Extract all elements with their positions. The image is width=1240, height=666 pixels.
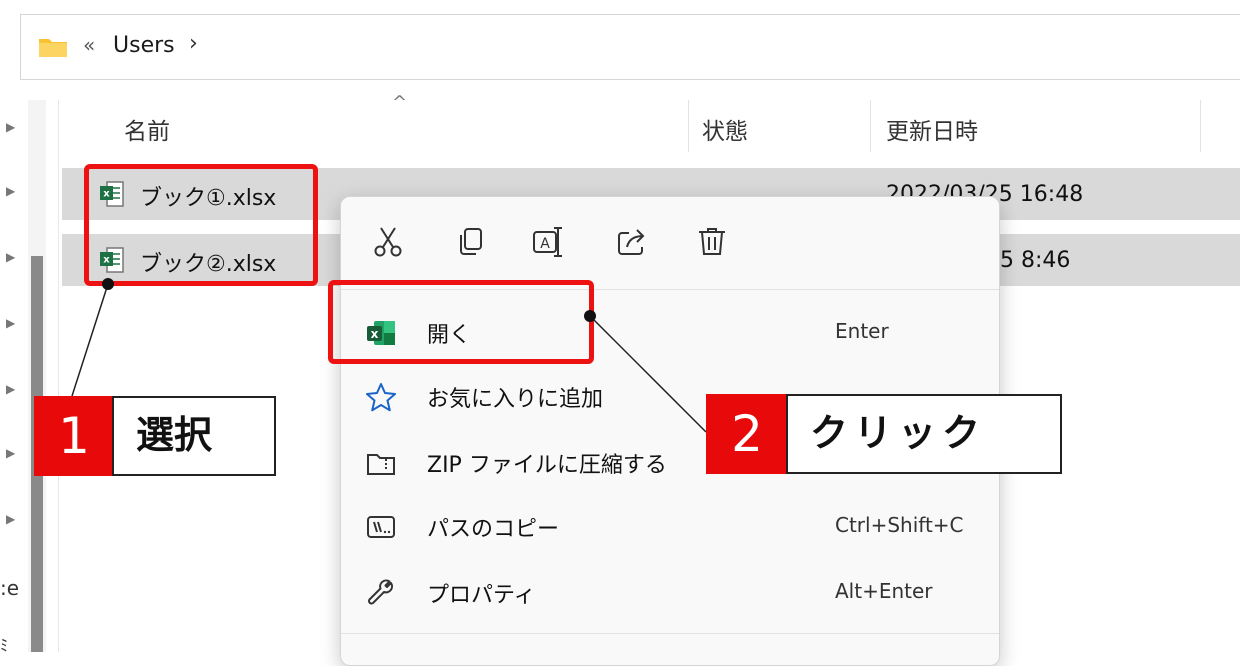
callout-text: クリック — [786, 394, 1062, 474]
callout-leader-lines — [71, 278, 707, 433]
callout-text: 選択 — [112, 396, 276, 476]
callout-number: 1 — [34, 396, 114, 476]
callout-number: 2 — [706, 394, 788, 474]
